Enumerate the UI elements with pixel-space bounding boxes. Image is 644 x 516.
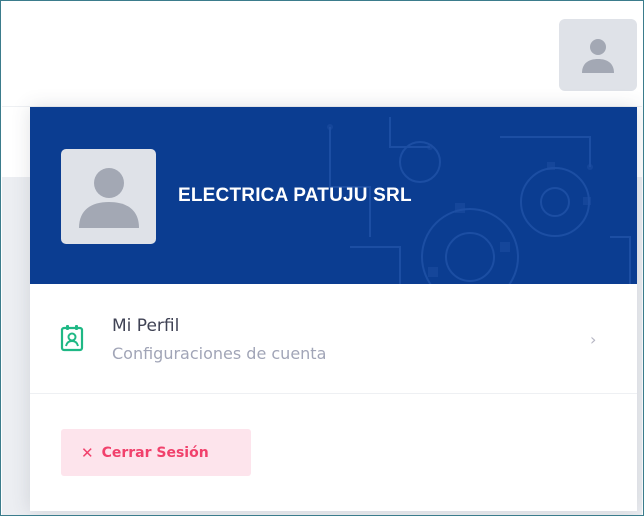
- company-name: ELECTRICA PATUJU SRL: [178, 185, 412, 206]
- user-icon: [78, 167, 139, 228]
- my-profile-menu-item[interactable]: Mi Perfil Configuraciones de cuenta ›: [30, 284, 637, 394]
- logout-label: Cerrar Sesión: [101, 444, 209, 461]
- my-profile-title: Mi Perfil: [112, 316, 180, 336]
- user-icon: [582, 39, 614, 73]
- id-badge-icon: [60, 325, 84, 352]
- chevron-right-icon: ›: [590, 330, 597, 349]
- logout-button[interactable]: ✕ Cerrar Sesión: [61, 429, 251, 476]
- user-dropdown-menu: ELECTRICA PATUJU SRL Mi Perfil Configura…: [30, 107, 637, 511]
- user-avatar: [61, 149, 156, 244]
- app-frame: ELECTRICA PATUJU SRL Mi Perfil Configura…: [0, 0, 644, 516]
- user-menu-toggle[interactable]: [559, 19, 637, 91]
- user-menu-header: ELECTRICA PATUJU SRL: [30, 107, 637, 284]
- my-profile-subtitle: Configuraciones de cuenta: [112, 344, 327, 363]
- top-navbar: [2, 2, 642, 107]
- close-icon: ✕: [81, 443, 94, 462]
